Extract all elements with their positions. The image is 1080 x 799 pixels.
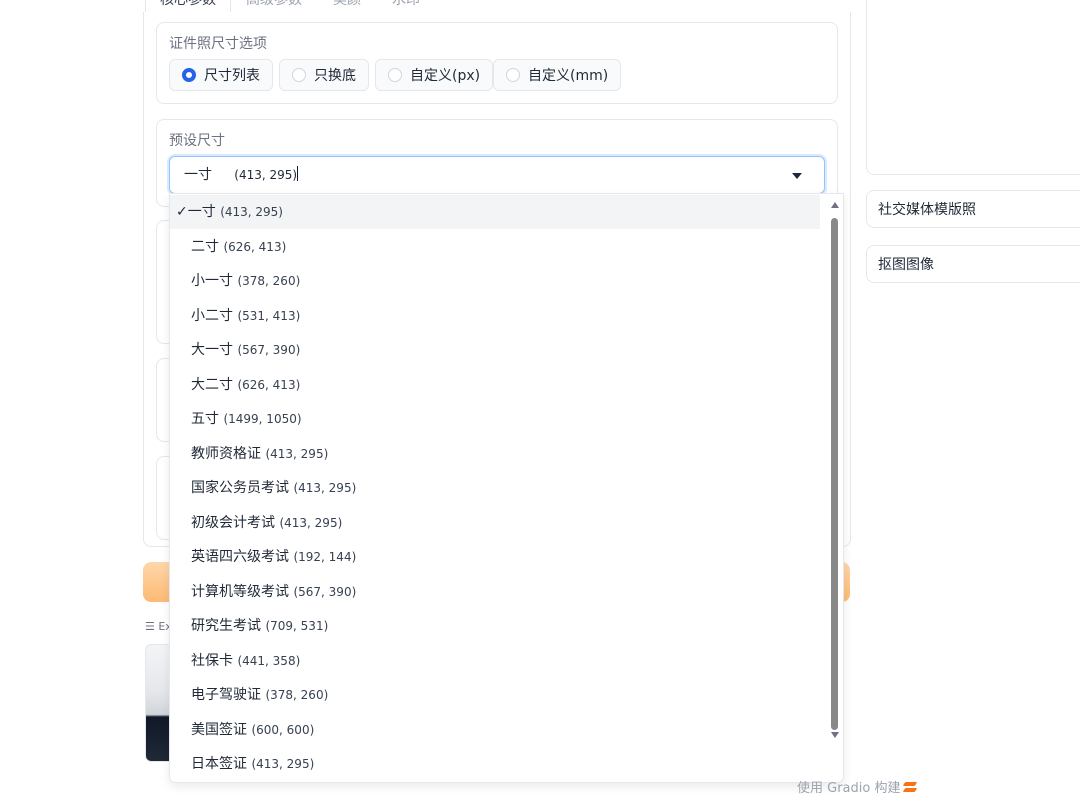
scroll-down-icon[interactable] <box>831 732 839 738</box>
option-name: 英语四六级考试 <box>191 549 289 565</box>
text-cursor <box>297 166 299 181</box>
option-name: 初级会计考试 <box>191 514 275 531</box>
option-name: 大一寸 <box>191 342 233 358</box>
option-name: 大二寸 <box>191 376 233 393</box>
option-size: (192, 144) <box>293 550 357 564</box>
option-name: 社保卡 <box>191 652 233 669</box>
option-item[interactable]: 小一寸 (378, 260) <box>170 264 820 298</box>
footer-text[interactable]: 使用 Gradio 构建 <box>797 777 900 796</box>
option-size: (626, 413) <box>237 377 301 392</box>
option-size: (413, 295) <box>251 757 315 771</box>
option-name: 小二寸 <box>191 307 233 324</box>
option-item[interactable]: 二寸 (626, 413) <box>170 230 820 264</box>
option-size: (413, 295) <box>293 481 357 495</box>
accordion-matting-image[interactable]: 抠图图像 <box>866 245 1080 283</box>
option-size: (378, 260) <box>237 274 301 288</box>
radio-bg-only[interactable]: 只换底 <box>279 59 369 91</box>
radio-custom-mm-label: 自定义(mm) <box>528 68 609 84</box>
option-size: (626, 413) <box>223 239 287 254</box>
option-item[interactable]: 研究生考试 (709, 531) <box>170 609 820 643</box>
radio-custom-px-label: 自定义(px) <box>410 68 481 84</box>
radio-size-list-label: 尺寸列表 <box>204 68 260 84</box>
option-name: 计算机等级考试 <box>191 583 289 600</box>
option-size: (709, 531) <box>265 619 329 633</box>
option-name: 日本签证 <box>191 756 247 772</box>
option-size: (1499, 1050) <box>223 412 302 426</box>
size-mode-label: 证件照尺寸选项 <box>169 36 267 52</box>
option-name: 二寸 <box>191 238 219 255</box>
option-item[interactable]: 初级会计考试 (413, 295) <box>170 506 820 540</box>
radio-bg-only-label: 只换底 <box>314 68 356 84</box>
option-item[interactable]: 社保卡 (441, 358) <box>170 644 820 678</box>
gradio-logo-icon <box>903 781 918 792</box>
option-item[interactable]: 小二寸 (531, 413) <box>170 299 820 333</box>
radio-unchecked-icon <box>292 68 306 82</box>
tab-beauty[interactable]: 美颜 <box>333 0 361 12</box>
accordion-social-media-template[interactable]: 社交媒体模版照 <box>866 190 1080 228</box>
scrollbar[interactable] <box>829 194 841 782</box>
preset-size-value-size: (413, 295) <box>234 168 298 182</box>
option-item[interactable]: 国家公务员考试 (413, 295) <box>170 471 820 505</box>
option-name: 研究生考试 <box>191 618 261 634</box>
option-size: (567, 390) <box>293 584 357 599</box>
tab-watermark[interactable]: 水印 <box>392 0 420 12</box>
examples-header: ☰ Ex <box>145 620 172 633</box>
option-size: (378, 260) <box>265 688 329 702</box>
output-image-panel <box>866 0 1080 175</box>
option-size: (413, 295) <box>279 515 343 530</box>
preset-size-label: 预设尺寸 <box>169 133 225 149</box>
option-item[interactable]: 英语四六级考试 (192, 144) <box>170 540 820 574</box>
option-name: 小一寸 <box>191 273 233 289</box>
option-name: 五寸 <box>191 411 219 427</box>
option-item[interactable]: 大二寸 (626, 413) <box>170 368 820 402</box>
option-item[interactable]: 电子驾驶证 (378, 260) <box>170 678 820 712</box>
radio-checked-icon <box>182 68 196 82</box>
preset-size-value-name: 一寸 <box>184 167 212 183</box>
option-item[interactable]: 大一寸 (567, 390) <box>170 333 820 367</box>
radio-custom-mm[interactable]: 自定义(mm) <box>493 59 622 91</box>
option-name: 美国签证 <box>191 721 247 738</box>
option-size: (531, 413) <box>237 308 301 323</box>
option-name: 一寸 <box>187 204 216 220</box>
checkmark-icon: ✓ <box>176 204 188 220</box>
option-size: (441, 358) <box>237 653 301 668</box>
scrollbar-thumb[interactable] <box>831 218 838 730</box>
option-item[interactable]: 计算机等级考试 (567, 390) <box>170 575 820 609</box>
option-item[interactable]: 美国签证 (600, 600) <box>170 713 820 747</box>
option-size: (413, 295) <box>265 446 329 461</box>
radio-size-list[interactable]: 尺寸列表 <box>169 59 273 91</box>
option-size: (600, 600) <box>251 722 315 737</box>
radio-custom-px[interactable]: 自定义(px) <box>375 59 494 91</box>
scroll-up-icon[interactable] <box>831 202 839 208</box>
option-size: (567, 390) <box>237 343 301 357</box>
preset-size-dropdown[interactable]: 一寸 (413, 295) <box>169 156 825 194</box>
option-item[interactable]: 五寸 (1499, 1050) <box>170 402 820 436</box>
tab-advanced-params[interactable]: 高级参数 <box>246 0 302 12</box>
option-name: 电子驾驶证 <box>191 687 261 703</box>
footer: 使用 Gradio 构建 <box>797 777 918 796</box>
size-mode-block: 证件照尺寸选项 尺寸列表 只换底 自定义(px) 自定义(mm) <box>156 22 838 104</box>
option-item[interactable]: 日本签证 (413, 295) <box>170 747 820 781</box>
radio-unchecked-icon <box>506 68 520 82</box>
radio-unchecked-icon <box>388 68 402 82</box>
option-item[interactable]: 教师资格证 (413, 295) <box>170 437 820 471</box>
preset-size-options-list: ✓一寸 (413, 295) 二寸 (626, 413) 小一寸 (378, 260… <box>169 193 844 783</box>
option-name: 国家公务员考试 <box>191 480 289 496</box>
chevron-down-icon[interactable] <box>792 173 802 179</box>
option-name: 教师资格证 <box>191 445 261 462</box>
option-size: (413, 295) <box>220 205 283 219</box>
option-item[interactable]: ✓一寸 (413, 295) <box>170 195 820 229</box>
